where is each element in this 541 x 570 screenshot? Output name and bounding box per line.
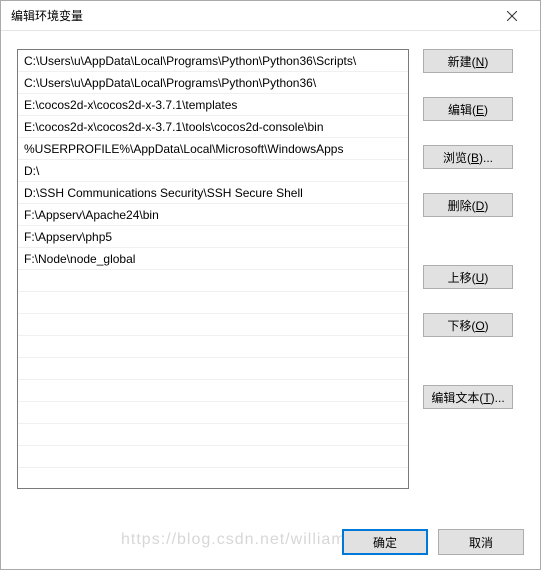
list-item[interactable]: [18, 336, 408, 358]
list-item[interactable]: [18, 402, 408, 424]
list-item[interactable]: [18, 468, 408, 489]
list-item[interactable]: [18, 292, 408, 314]
list-item[interactable]: D:\SSH Communications Security\SSH Secur…: [18, 182, 408, 204]
close-icon: [507, 11, 517, 21]
list-item[interactable]: [18, 270, 408, 292]
list-item[interactable]: [18, 424, 408, 446]
list-item[interactable]: F:\Node\node_global: [18, 248, 408, 270]
new-button-label: 新建(N): [448, 53, 489, 70]
cancel-button[interactable]: 取消: [438, 529, 524, 555]
titlebar: 编辑环境变量: [1, 1, 540, 31]
edit-env-var-dialog: 编辑环境变量 C:\Users\u\AppData\Local\Programs…: [0, 0, 541, 570]
list-item[interactable]: F:\Appserv\Apache24\bin: [18, 204, 408, 226]
move-down-button[interactable]: 下移(O): [423, 313, 513, 337]
list-item[interactable]: [18, 358, 408, 380]
path-listbox[interactable]: C:\Users\u\AppData\Local\Programs\Python…: [17, 49, 409, 489]
delete-button-label: 删除(D): [448, 197, 489, 214]
move-up-button[interactable]: 上移(U): [423, 265, 513, 289]
new-button[interactable]: 新建(N): [423, 49, 513, 73]
dialog-title: 编辑环境变量: [11, 7, 492, 24]
side-buttons: 新建(N) 编辑(E) 浏览(B)... 删除(D) 上移(U) 下移(O) 编…: [423, 49, 513, 499]
move-up-button-label: 上移(U): [448, 269, 489, 286]
ok-button[interactable]: 确定: [342, 529, 428, 555]
edit-button[interactable]: 编辑(E): [423, 97, 513, 121]
list-item[interactable]: C:\Users\u\AppData\Local\Programs\Python…: [18, 72, 408, 94]
list-item[interactable]: F:\Appserv\php5: [18, 226, 408, 248]
list-item[interactable]: E:\cocos2d-x\cocos2d-x-3.7.1\tools\cocos…: [18, 116, 408, 138]
list-item[interactable]: C:\Users\u\AppData\Local\Programs\Python…: [18, 50, 408, 72]
edit-text-button-label: 编辑文本(T)...: [431, 389, 504, 406]
delete-button[interactable]: 删除(D): [423, 193, 513, 217]
list-item[interactable]: [18, 314, 408, 336]
footer-buttons: 确定 取消: [342, 529, 524, 555]
list-item[interactable]: %USERPROFILE%\AppData\Local\Microsoft\Wi…: [18, 138, 408, 160]
list-item[interactable]: D:\: [18, 160, 408, 182]
edit-button-label: 编辑(E): [448, 101, 488, 118]
move-down-button-label: 下移(O): [447, 317, 488, 334]
edit-text-button[interactable]: 编辑文本(T)...: [423, 385, 513, 409]
list-item[interactable]: [18, 446, 408, 468]
list-item[interactable]: E:\cocos2d-x\cocos2d-x-3.7.1\templates: [18, 94, 408, 116]
list-item[interactable]: [18, 380, 408, 402]
dialog-body: C:\Users\u\AppData\Local\Programs\Python…: [1, 31, 540, 509]
browse-button-label: 浏览(B)...: [443, 149, 493, 166]
close-button[interactable]: [492, 2, 532, 30]
browse-button[interactable]: 浏览(B)...: [423, 145, 513, 169]
